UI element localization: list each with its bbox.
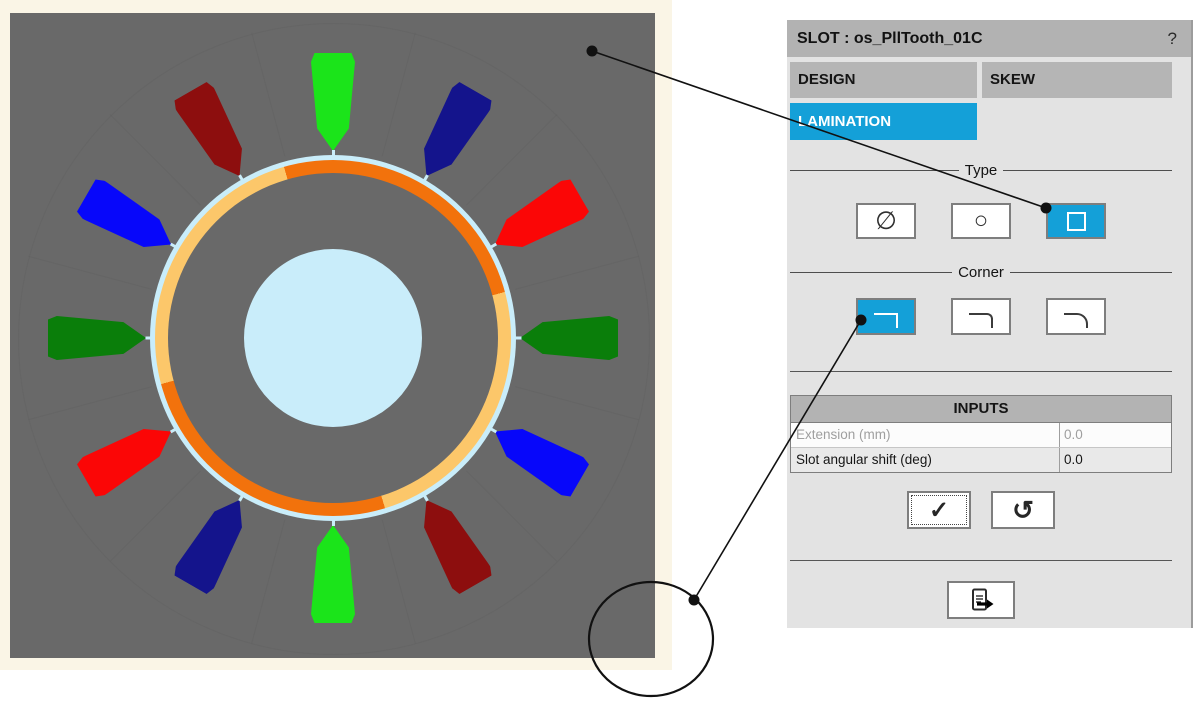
tooth-edge-line [514,256,638,290]
extension-value-field: 0.0 [1059,423,1171,447]
slot-properties-panel: SLOT : os_PllTooth_01C ? DESIGN SKEW LAM… [787,20,1193,628]
input-row-0: Extension (mm) 0.0 [791,423,1171,447]
input-label: Extension (mm) [791,423,1059,447]
slot-coil [407,80,494,187]
type-option-none[interactable]: ∅ [856,203,916,239]
callout-dot [689,595,700,606]
tooth-edge-line [381,519,415,643]
slot-coil [520,316,618,360]
legend-line [1003,170,1172,171]
motor-preview-frame [0,0,672,670]
legend-line [790,170,959,171]
tab-skew[interactable]: SKEW [982,62,1172,98]
export-button[interactable] [947,581,1015,619]
tooth-edge-line [109,114,200,205]
square-icon [1067,212,1086,231]
sharp-corner-icon [874,313,898,328]
tooth-edge-line [109,471,200,562]
undo-rotate-icon: ↺ [1012,495,1034,526]
corner-option-round-large[interactable] [1046,298,1106,335]
slot-coil [171,80,258,187]
slot-coil [484,412,591,499]
type-option-round[interactable]: ○ [951,203,1011,239]
slot-coil [48,316,146,360]
slot-coil [484,176,591,263]
section-divider [790,371,1172,372]
export-row [790,581,1172,619]
corner-group-legend: Corner [790,264,1172,280]
tooth-edge-line [251,519,285,643]
tooth-edge-line [466,471,557,562]
type-options: ∅ ○ [790,203,1172,239]
legend-line [790,272,952,273]
round-corner-small-icon [969,313,993,328]
input-label: Slot angular shift (deg) [791,448,1059,472]
section-divider [790,560,1172,561]
apply-button[interactable]: ✓ [907,491,971,529]
input-row-1: Slot angular shift (deg) 0.0 [791,447,1171,472]
inputs-table: INPUTS Extension (mm) 0.0 Slot angular s… [790,395,1172,473]
slashed-circle-icon: ∅ [875,209,897,234]
tooth-edge-line [514,386,638,420]
round-corner-large-icon [1064,313,1088,328]
type-option-square[interactable] [1046,203,1106,239]
tooth-edge-line [28,386,152,420]
tooth-edge-line [466,114,557,205]
type-group-label: Type [965,162,998,179]
slot-coil [75,412,182,499]
corner-option-sharp[interactable] [856,298,916,335]
panel-title: SLOT : os_PllTooth_01C [797,20,983,57]
tab-design[interactable]: DESIGN [790,62,977,98]
action-buttons: ✓ ↺ [790,491,1172,529]
corner-options [790,298,1172,335]
tooth-edge-line [251,33,285,157]
circle-icon: ○ [974,209,989,233]
shaft [244,249,422,427]
inputs-table-header: INPUTS [791,396,1171,423]
corner-option-round-small[interactable] [951,298,1011,335]
slot-coil [407,489,494,596]
slot-coil [75,176,182,263]
motor-cross-section [10,13,655,658]
reset-button[interactable]: ↺ [991,491,1055,529]
tooth-edge-line [381,33,415,157]
tab-lamination[interactable]: LAMINATION [790,103,977,140]
legend-line [1010,272,1172,273]
check-icon: ✓ [929,496,949,525]
slot-angular-shift-value-field[interactable]: 0.0 [1059,448,1171,472]
tooth-edge-line [28,256,152,290]
help-icon[interactable]: ? [1168,20,1177,57]
panel-header: SLOT : os_PllTooth_01C ? [787,20,1191,57]
slot-coil [311,53,355,151]
corner-group-label: Corner [958,264,1004,281]
export-document-icon [968,588,995,612]
type-group-legend: Type [790,162,1172,178]
slot-coil [311,525,355,623]
slot-coil [171,489,258,596]
